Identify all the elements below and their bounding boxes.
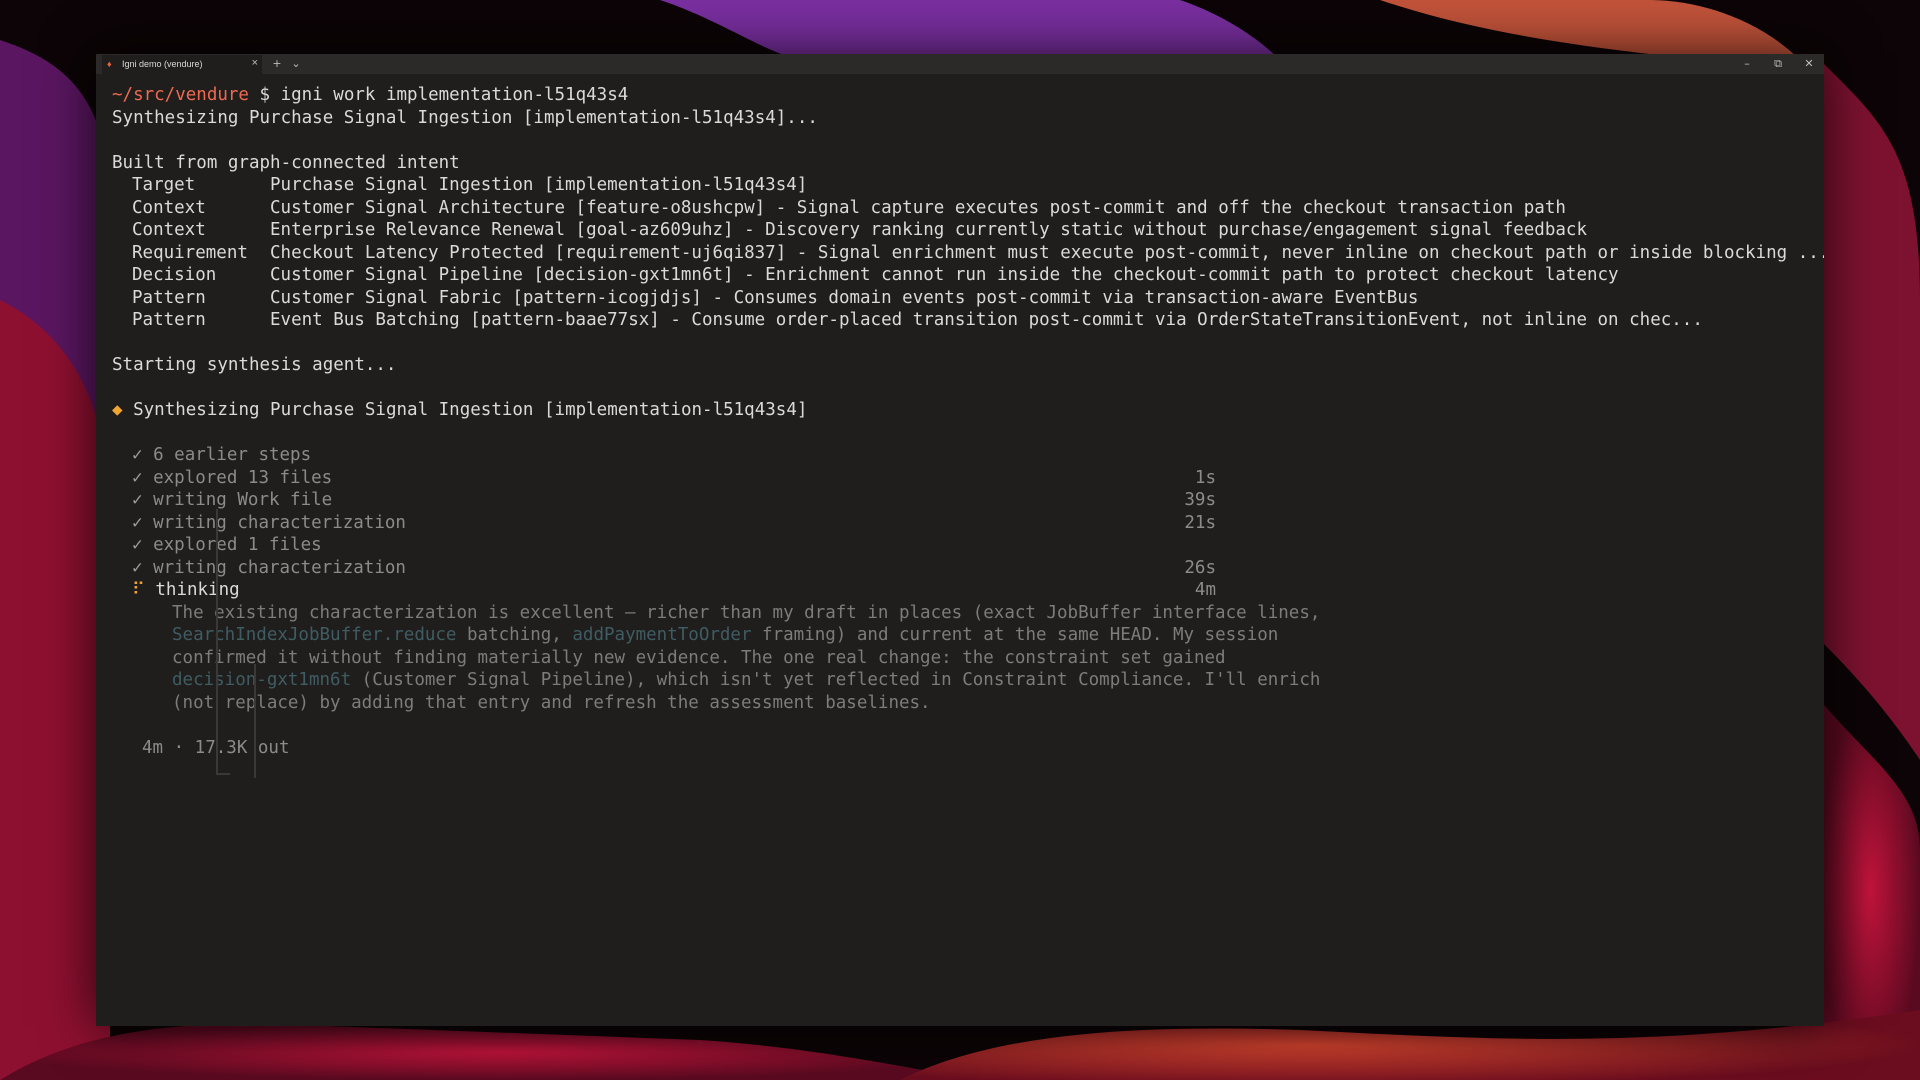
tab-label: Igni demo (vendure) <box>122 59 203 69</box>
intent-key: Context <box>132 220 206 240</box>
code-reference: decision-gxt1mn6t <box>172 670 352 690</box>
intent-row: Decision Customer Signal Pipeline [decisi… <box>132 264 1619 287</box>
intent-value: Checkout Latency Protected [requirement-… <box>270 242 1824 263</box>
starting-agent-line: Starting synthesis agent... <box>112 355 397 375</box>
step-duration: 39s <box>1184 490 1216 510</box>
tab-dropdown-icon[interactable]: ⌄ <box>288 54 304 74</box>
step-item: ✓ explored 1 files <box>132 534 322 557</box>
code-reference: addPaymentToOrder <box>572 625 752 645</box>
intent-row: Pattern Customer Signal Fabric [pattern-i… <box>132 287 1418 310</box>
intent-key: Target <box>132 175 196 195</box>
prompt-path: ~/src/vendure <box>112 85 249 105</box>
intent-value: Purchase Signal Ingestion [implementatio… <box>270 175 808 195</box>
tree-branch-corner <box>216 773 230 775</box>
terminal-output[interactable]: ~/src/vendure $ igni work implementation… <box>96 74 1824 1026</box>
step-label: 6 earlier steps <box>153 445 312 465</box>
intent-row: Context Enterprise Relevance Renewal [goa… <box>132 219 1587 242</box>
tab-close-icon[interactable]: × <box>252 57 258 70</box>
intent-row: Pattern Event Bus Batching [pattern-baae7… <box>132 309 1703 332</box>
thinking-text-line: The existing characterization is excelle… <box>172 602 1321 623</box>
thinking-text-line: (not replace) by adding that entry and r… <box>172 692 931 713</box>
thinking-text-fragment: batching, <box>456 625 573 645</box>
tree-branch-line <box>216 509 218 774</box>
checkmark-icon: ✓ <box>132 535 143 555</box>
intent-key: Pattern <box>132 287 206 308</box>
code-reference: SearchIndexJobBuffer.reduce <box>172 625 457 645</box>
synthesizing-line: Synthesizing Purchase Signal Ingestion [… <box>112 107 818 128</box>
tab-igni-demo[interactable]: ♦ Igni demo (vendure) × <box>102 55 262 74</box>
terminal-window: ♦ Igni demo (vendure) × + ⌄ – ⧉ ✕ ~/src/… <box>96 54 1824 1026</box>
intent-value: Customer Signal Pipeline [decision-gxt1m… <box>270 265 1619 285</box>
restore-button[interactable]: ⧉ <box>1763 54 1793 74</box>
intent-row: Requirement Checkout Latency Protected [r… <box>132 242 1824 265</box>
command-text: igni work implementation-l51q43s4 <box>280 85 629 105</box>
step-label: explored 1 files <box>153 535 322 555</box>
built-from-heading: Built from graph-connected intent <box>112 152 460 173</box>
diamond-icon: ◆ <box>112 400 123 420</box>
thinking-text-line: SearchIndexJobBuffer.reduce batching, ad… <box>172 624 1278 647</box>
step-item: ✓ 6 earlier steps <box>132 444 311 467</box>
intent-value: Event Bus Batching [pattern-baae77sx] - … <box>270 310 1703 330</box>
checkmark-icon: ✓ <box>132 445 143 465</box>
igni-flame-icon: ♦ <box>107 59 112 69</box>
synthesis-header-label: Synthesizing Purchase Signal Ingestion [… <box>133 400 808 420</box>
title-bar: ♦ Igni demo (vendure) × + ⌄ – ⧉ ✕ <box>96 54 1824 74</box>
synthesis-header: ◆ Synthesizing Purchase Signal Ingestion… <box>112 399 807 422</box>
thinking-text-line: confirmed it without finding materially … <box>172 647 1226 668</box>
thinking-quote-bar <box>254 664 256 778</box>
step-duration: 21s <box>1184 512 1216 533</box>
prompt-line: ~/src/vendure $ igni work implementation… <box>112 84 628 107</box>
minimize-button[interactable]: – <box>1732 54 1762 74</box>
thinking-text-fragment: framing) and current at the same HEAD. M… <box>751 625 1279 645</box>
intent-key: Pattern <box>132 310 206 330</box>
close-window-button[interactable]: ✕ <box>1794 54 1824 74</box>
intent-value: Customer Signal Fabric [pattern-icogjdjs… <box>270 287 1419 308</box>
thinking-text-fragment: (Customer Signal Pipeline), which isn't … <box>351 670 1321 690</box>
current-step-duration: 4m <box>1194 580 1216 600</box>
intent-value: Customer Signal Architecture [feature-o8… <box>270 197 1566 218</box>
intent-key: Requirement <box>132 242 248 263</box>
intent-value: Enterprise Relevance Renewal [goal-az609… <box>270 220 1587 240</box>
intent-row: Target Purchase Signal Ingestion [impleme… <box>132 174 807 197</box>
intent-key: Context <box>132 197 206 218</box>
step-duration: 26s <box>1184 557 1216 578</box>
intent-key: Decision <box>132 265 217 285</box>
prompt-symbol: $ <box>259 85 271 105</box>
step-duration: 1s <box>1194 467 1216 488</box>
new-tab-button[interactable]: + <box>268 54 286 74</box>
intent-row: Context Customer Signal Architecture [fea… <box>132 197 1566 220</box>
thinking-text-line: decision-gxt1mn6t (Customer Signal Pipel… <box>172 669 1320 692</box>
